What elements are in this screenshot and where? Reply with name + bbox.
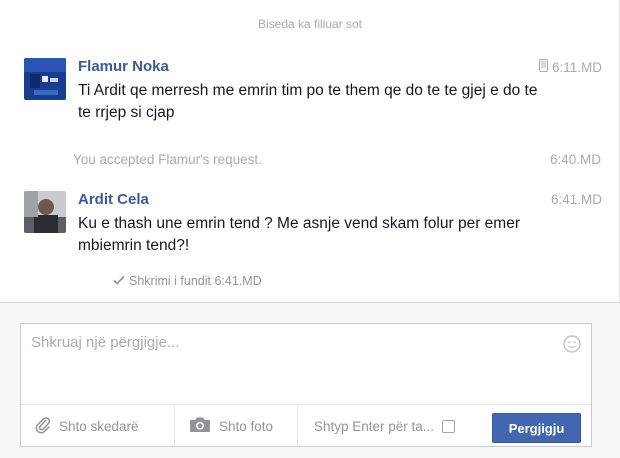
message-time: 6:41.MD <box>551 192 602 207</box>
paperclip-icon <box>35 416 51 437</box>
press-enter-checkbox[interactable] <box>442 419 456 433</box>
system-message: You accepted Flamur's request. <box>73 152 262 167</box>
add-photo-label: Shto foto <box>219 418 274 434</box>
message-text: Ti Ardit qe merresh me emrin tim po te t… <box>78 82 538 121</box>
conversation-started-label: Biseda ka filluar sot <box>257 17 363 31</box>
emoji-icon[interactable] <box>563 335 581 353</box>
press-enter-option: Shtyp Enter për ta... <box>298 405 487 447</box>
composer-area: Shto skedarë Shto foto Shtyp Enter për t… <box>0 302 620 458</box>
seen-text: Shkrimi i fundit 6:41.MD <box>129 274 262 288</box>
camera-icon <box>189 416 211 436</box>
sender-name[interactable]: Ardit Cela <box>78 191 149 208</box>
reply-composer: Shto skedarë Shto foto Shtyp Enter për t… <box>20 323 592 447</box>
add-files-label: Shto skedarë <box>59 418 139 434</box>
seen-indicator: Shkrimi i fundit 6:41.MD <box>113 274 262 288</box>
add-files-button[interactable]: Shto skedarë <box>21 405 175 447</box>
message-time: 6:11.MD <box>538 59 602 75</box>
avatar[interactable] <box>24 58 66 100</box>
add-photo-button[interactable]: Shto foto <box>175 405 298 447</box>
press-enter-label: Shtyp Enter për ta... <box>314 418 435 434</box>
reply-input[interactable] <box>21 324 591 400</box>
sender-name[interactable]: Flamur Noka <box>78 58 169 75</box>
message-time-text: 6:41.MD <box>550 192 602 207</box>
message-thread: Biseda ka filluar sot Flamur Noka 6:11.M… <box>0 0 620 302</box>
reply-button[interactable]: Pergjigju <box>492 413 581 443</box>
system-message-time: 6:40.MD <box>549 152 601 167</box>
message-time-text: 6:11.MD <box>551 59 602 75</box>
avatar[interactable] <box>24 191 66 233</box>
checkmark-icon <box>113 274 125 288</box>
mobile-phone-icon <box>538 59 548 75</box>
composer-toolbar: Shto skedarë Shto foto Shtyp Enter për t… <box>21 404 591 447</box>
message-text: Ku e thash une emrin tend ? Me asnje ven… <box>78 215 520 254</box>
